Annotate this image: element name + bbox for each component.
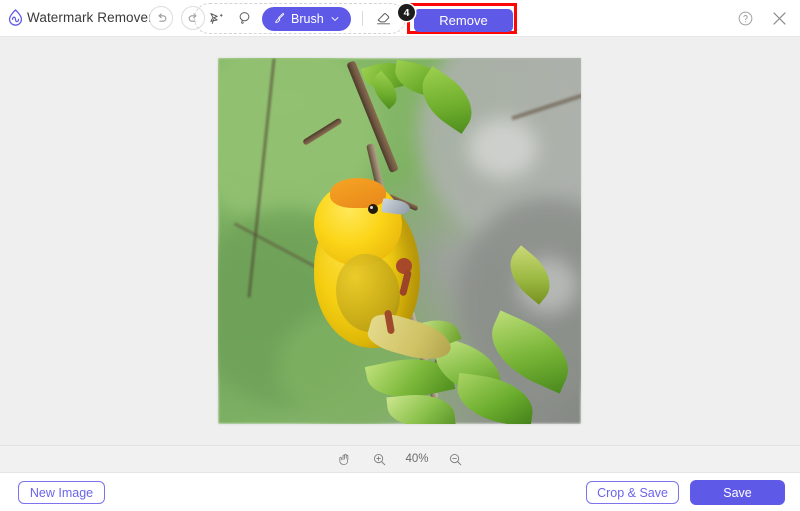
bird-photo — [218, 58, 581, 424]
chevron-down-icon[interactable] — [330, 14, 340, 24]
app-header: Watermark Remover — [0, 0, 800, 37]
polygon-lasso-icon — [208, 10, 225, 27]
close-x-icon — [770, 9, 789, 28]
pan-tool-button[interactable] — [336, 450, 354, 468]
close-button[interactable] — [768, 7, 790, 29]
tool-group: Brush — [194, 3, 406, 34]
bird-crown — [330, 178, 386, 208]
undo-button[interactable] — [149, 6, 173, 30]
bird-eye-glint — [370, 206, 373, 209]
zoom-toolbar: 40% — [0, 445, 800, 473]
remove-button[interactable]: Remove — [414, 9, 513, 32]
freehand-lasso-icon — [236, 10, 253, 27]
remove-button-highlight: Remove — [407, 3, 517, 34]
new-image-button[interactable]: New Image — [18, 481, 105, 504]
brush-tool-button[interactable]: Brush — [262, 7, 351, 31]
header-right-controls — [734, 7, 790, 29]
toolbar-divider — [362, 11, 363, 26]
save-button[interactable]: Save — [690, 480, 785, 505]
polygon-lasso-tool[interactable] — [202, 6, 230, 32]
step-badge: 4 — [398, 4, 415, 21]
water-drop-logo-icon — [6, 8, 25, 27]
app-title: Watermark Remover — [27, 10, 153, 25]
undo-arrow-icon — [155, 12, 168, 25]
hand-pan-icon — [338, 452, 353, 467]
zoom-out-icon — [448, 452, 463, 467]
image-preview[interactable] — [218, 58, 581, 424]
zoom-out-button[interactable] — [446, 450, 464, 468]
bokeh-highlight — [468, 118, 538, 178]
freehand-lasso-tool[interactable] — [230, 6, 258, 32]
question-mark-circle-icon — [737, 10, 754, 27]
brush-tool-label: Brush — [291, 12, 324, 26]
zoom-in-button[interactable] — [370, 450, 388, 468]
zoom-in-icon — [372, 452, 387, 467]
help-button[interactable] — [734, 7, 756, 29]
footer-bar: New Image Crop & Save Save — [0, 473, 800, 511]
eraser-tool[interactable] — [370, 6, 398, 32]
brand: Watermark Remover — [6, 8, 153, 27]
eraser-icon — [375, 10, 392, 27]
editor-canvas[interactable] — [0, 37, 800, 445]
crop-and-save-button[interactable]: Crop & Save — [586, 481, 679, 504]
brush-icon — [273, 12, 286, 25]
zoom-level-value: 40% — [404, 453, 430, 465]
